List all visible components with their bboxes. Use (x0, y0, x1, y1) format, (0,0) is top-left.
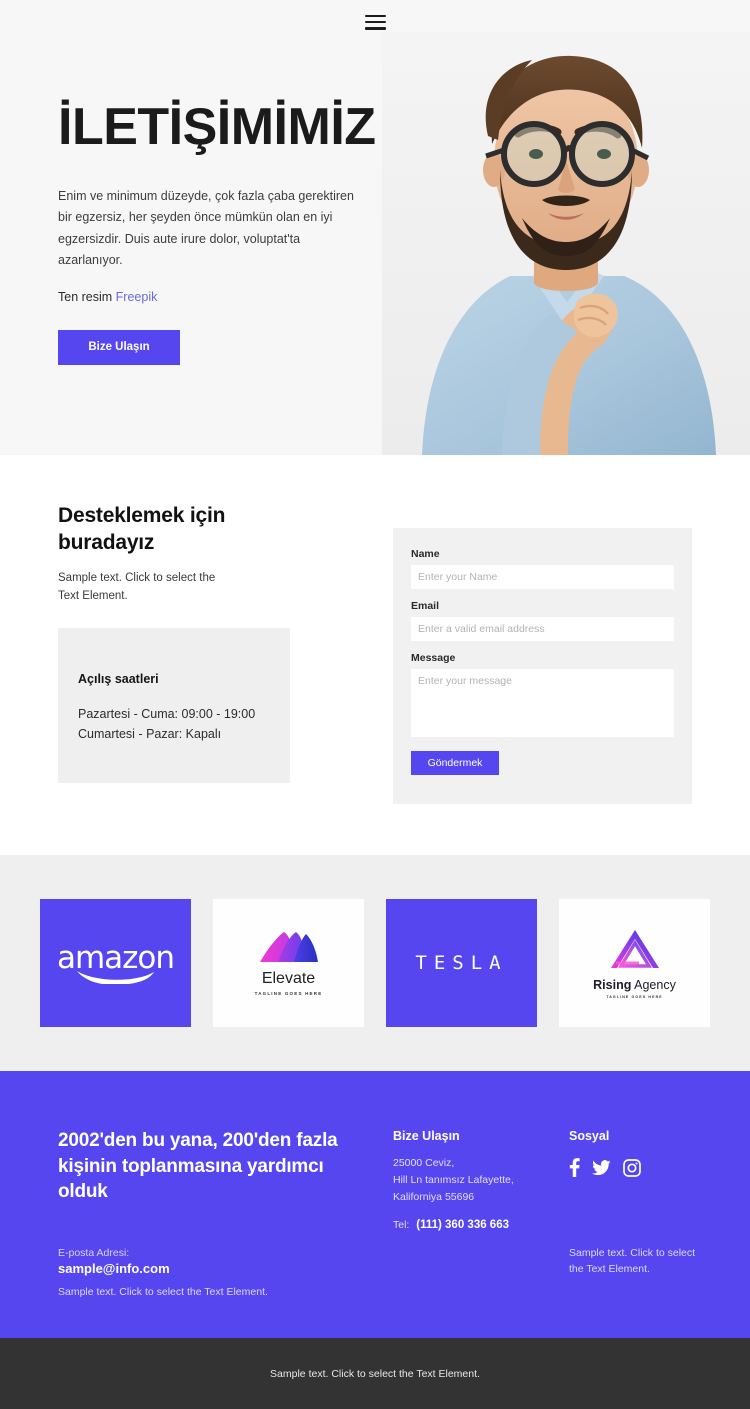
footer: 2002'den bu yana, 200'den fazla kişinin … (0, 1071, 750, 1338)
hours-weekday: Pazartesi - Cuma: 09:00 - 19:00 (78, 706, 256, 721)
submit-button[interactable]: Göndermek (411, 751, 499, 775)
top-navigation (0, 0, 750, 44)
message-textarea[interactable] (411, 669, 674, 737)
rising-agency-mark-icon (610, 930, 659, 968)
telephone-label: Tel: (393, 1219, 410, 1231)
bottom-bar-text: Sample text. Click to select the Text El… (270, 1367, 480, 1380)
instagram-icon[interactable] (623, 1158, 641, 1177)
name-label: Name (411, 548, 440, 560)
hours-weekend: Cumartesi - Pazar: Kapalı (78, 726, 222, 741)
hamburger-menu-icon[interactable] (364, 14, 386, 30)
rising-word-light: Agency (634, 978, 676, 992)
facebook-icon[interactable] (569, 1158, 580, 1177)
logos-row: amazon Elevate TAGLINE GOES HERE TESLA R… (40, 899, 710, 1027)
footer-contact-title: Bize Ulaşın (393, 1129, 460, 1143)
footer-email-link[interactable]: sample@info.com (58, 1261, 170, 1276)
opening-hours-title: Açılış saatleri (78, 671, 159, 686)
hero-section: İLETİŞİMİMİZ Enim ve minimum düzeyde, ço… (0, 0, 750, 455)
elevate-tagline: TAGLINE GOES HERE (254, 991, 323, 996)
bottom-bar: Sample text. Click to select the Text El… (0, 1338, 750, 1409)
image-credit: Ten resim Freepik (58, 290, 408, 304)
address-line-2: Hill Ln tanımsız Lafayette, (393, 1174, 514, 1186)
footer-telephone: Tel: (111) 360 336 663 (393, 1219, 509, 1231)
rising-agency-wordmark: Rising Agency (593, 978, 676, 992)
telephone-number[interactable]: (111) 360 336 663 (416, 1219, 509, 1231)
email-input[interactable] (411, 617, 674, 641)
footer-headline: 2002'den bu yana, 200'den fazla kişinin … (58, 1130, 338, 1203)
address-line-1: 25000 Ceviz, (393, 1157, 455, 1169)
twitter-icon[interactable] (592, 1159, 611, 1176)
tesla-wordmark: TESLA (415, 952, 508, 974)
page-title: İLETİŞİMİMİZ (58, 98, 376, 156)
opening-hours-box: Açılış saatleri Pazartesi - Cuma: 09:00 … (58, 627, 290, 783)
email-label: Email (411, 600, 440, 612)
hero-image (382, 32, 750, 455)
hero-content: İLETİŞİMİMİZ Enim ve minimum düzeyde, ço… (58, 98, 408, 365)
footer-note-left: Sample text. Click to select the Text El… (58, 1286, 268, 1298)
hero-paragraph: Enim ve minimum düzeyde, çok fazla çaba … (58, 188, 354, 268)
image-credit-prefix: Ten resim (58, 289, 113, 304)
elevate-wordmark: Elevate (261, 970, 316, 987)
footer-email-label: E-posta Adresi: (58, 1247, 130, 1259)
section-subtitle: Sample text. Click to select the Text El… (58, 572, 216, 603)
elevate-mark-icon (259, 932, 318, 962)
name-input[interactable] (411, 565, 674, 589)
message-label: Message (411, 652, 456, 664)
logo-card-rising-agency[interactable]: Rising Agency TAGLINE GOES HERE (559, 899, 710, 1027)
address-line-3: Kaliforniya 55696 (393, 1191, 475, 1203)
section-title: Desteklemek için buradayız (58, 504, 226, 554)
footer-social-links (569, 1158, 641, 1177)
contact-us-button[interactable]: Bize Ulaşın (58, 329, 180, 365)
landing-page: İLETİŞİMİMİZ Enim ve minimum düzeyde, ço… (0, 0, 750, 1409)
footer-note-right: Sample text. Click to select the Text El… (569, 1247, 696, 1275)
footer-social-title: Sosyal (569, 1129, 610, 1143)
rising-word-bold: Rising (593, 978, 632, 992)
contact-form: Name Email Message Göndermek (393, 528, 692, 804)
support-info: Desteklemek için buradayız Sample text. … (58, 503, 358, 783)
amazon-smile-icon (76, 970, 154, 984)
logo-card-amazon[interactable]: amazon (40, 899, 191, 1027)
freepik-link[interactable]: Freepik (116, 290, 158, 304)
logos-section: amazon Elevate TAGLINE GOES HERE TESLA R… (0, 855, 750, 1071)
logo-card-tesla[interactable]: TESLA (386, 899, 537, 1027)
logo-card-elevate[interactable]: Elevate TAGLINE GOES HERE (213, 899, 364, 1027)
rising-agency-tagline: TAGLINE GOES HERE (606, 995, 663, 999)
footer-address: 25000 Ceviz, Hill Ln tanımsız Lafayette,… (393, 1155, 514, 1206)
